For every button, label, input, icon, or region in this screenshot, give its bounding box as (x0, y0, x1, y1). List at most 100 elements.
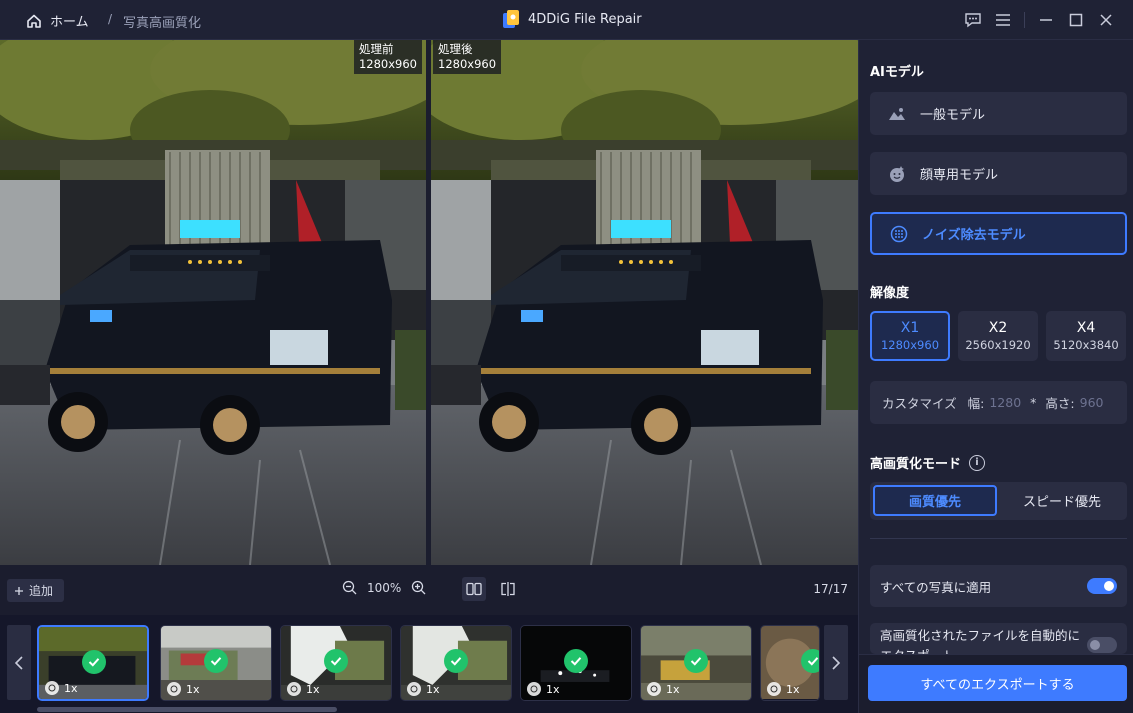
done-check-icon (684, 649, 708, 673)
before-tag: 処理前 1280x960 (353, 40, 422, 74)
home-icon (27, 14, 41, 28)
auto-export-toggle[interactable] (1087, 637, 1117, 653)
before-pane: 処理前 1280x960 (0, 40, 426, 565)
app-logo-icon (503, 10, 519, 28)
strip-next-button[interactable] (824, 625, 848, 700)
title-bar: ホーム / 写真高画質化 4DDiG File Repair (0, 0, 1133, 40)
face-icon (890, 165, 904, 182)
auto-export-row: 高画質化されたファイルを自動的にエクスポート (870, 623, 1127, 654)
quality-first-button[interactable]: 画質優先 (873, 485, 997, 516)
height-label: 高さ: (1045, 396, 1075, 411)
split-view-icon (501, 582, 515, 596)
ai-model-title: AIモデル (870, 65, 924, 80)
image-counter: 17/17 (813, 582, 848, 596)
view-mode-buttons (462, 577, 520, 601)
thumbnail-item[interactable]: 1x (640, 625, 752, 701)
zoom-out-icon[interactable] (342, 580, 357, 595)
side-by-side-icon (466, 582, 482, 596)
thumbnail-item[interactable]: 1x (520, 625, 632, 701)
after-tag: 処理後 1280x960 (433, 40, 502, 74)
done-check-icon (801, 649, 819, 673)
minimize-button[interactable] (1031, 10, 1061, 30)
done-check-icon (564, 649, 588, 673)
preview-toolbar: 追加 100% 17/17 (0, 565, 858, 615)
thumbnail-footer: 1x (527, 682, 560, 696)
feedback-button[interactable] (958, 10, 988, 30)
landscape-icon (889, 107, 905, 120)
split-view-button[interactable] (496, 577, 520, 601)
close-button[interactable] (1091, 10, 1121, 30)
thumbnail-item[interactable]: 1x (760, 625, 820, 701)
denoise-mini-icon (45, 681, 59, 695)
height-input[interactable]: 960 (1080, 395, 1104, 410)
model-face-button[interactable]: 顔専用モデル (870, 152, 1127, 195)
resolution-x1-label: X1 (900, 320, 920, 336)
panel-divider (870, 538, 1127, 539)
thumbnail-footer: 1x (767, 682, 800, 696)
add-button[interactable]: 追加 (7, 579, 65, 602)
resolution-x1-size: 1280x960 (880, 338, 940, 352)
toggle-knob (1090, 640, 1100, 650)
thumbnail-scale: 1x (786, 682, 800, 696)
before-label: 処理前 (358, 42, 394, 56)
menu-button[interactable] (988, 10, 1018, 30)
enhance-mode-header: 高画質化モード i (870, 453, 986, 472)
width-input[interactable]: 1280 (989, 395, 1021, 410)
thumbnail-scale: 1x (186, 682, 200, 696)
home-label: ホーム (50, 15, 89, 30)
denoise-mini-icon (167, 682, 181, 696)
resolution-x2-size: 2560x1920 (965, 338, 1031, 352)
custom-label: カスタマイズ (882, 396, 957, 411)
before-size: 1280x960 (358, 57, 417, 71)
thumbnail-item[interactable]: 1x (280, 625, 392, 701)
close-icon (1100, 14, 1112, 26)
resolution-x2-button[interactable]: X2 2560x1920 (958, 311, 1038, 361)
after-label: 処理後 (438, 42, 473, 56)
home-button[interactable]: ホーム (26, 11, 89, 30)
export-all-button[interactable]: すべてのエクスポートする (868, 665, 1127, 701)
zoom-in-icon[interactable] (411, 580, 426, 595)
times-sign: * (1030, 395, 1037, 410)
done-check-icon (204, 649, 228, 673)
width-label: 幅: (967, 396, 985, 411)
thumbnail-scale: 1x (426, 682, 440, 696)
resolution-x4-button[interactable]: X4 5120x3840 (1046, 311, 1126, 361)
toggle-knob (1104, 581, 1114, 591)
enhance-mode-title: 高画質化モード (870, 457, 962, 472)
thumbnail-item[interactable]: 1x (400, 625, 512, 701)
model-denoise-button[interactable]: ノイズ除去モデル (870, 212, 1127, 255)
menu-icon (996, 14, 1010, 26)
apply-all-row: すべての写真に適用 (870, 565, 1127, 607)
apply-all-toggle[interactable] (1087, 578, 1117, 594)
thumbnail-item[interactable]: 1x (160, 625, 272, 701)
app-title-text: 4DDiG File Repair (528, 11, 642, 27)
model-general-button[interactable]: 一般モデル (870, 92, 1127, 135)
maximize-button[interactable] (1061, 10, 1091, 30)
resolution-x2-label: X2 (988, 320, 1008, 336)
zoom-controls: 100% (342, 580, 426, 595)
after-pane: 処理後 1280x960 (431, 40, 858, 565)
done-check-icon (324, 649, 348, 673)
strip-scrollbar[interactable] (37, 707, 337, 712)
apply-all-label: すべての写真に適用 (880, 579, 992, 595)
strip-prev-button[interactable] (7, 625, 31, 700)
auto-export-label: 高画質化されたファイルを自動的にエクスポート (880, 628, 1081, 654)
denoise-mini-icon (287, 682, 301, 696)
feedback-icon (965, 13, 981, 28)
resolution-x4-size: 5120x3840 (1053, 338, 1119, 352)
info-icon[interactable]: i (969, 454, 986, 471)
settings-panel: AIモデル 一般モデル 顔専用モデル ノイズ除去モデル 解像度 X1 1280x… (858, 40, 1133, 713)
custom-resolution[interactable]: カスタマイズ 幅: 1280 * 高さ: 960 (870, 381, 1127, 424)
chevron-right-icon (832, 655, 841, 670)
resolution-x1-button[interactable]: X1 1280x960 (870, 311, 950, 361)
zoom-level: 100% (367, 580, 402, 595)
breadcrumb-separator: / (108, 12, 113, 26)
maximize-icon (1069, 13, 1083, 27)
denoise-mini-icon (407, 682, 421, 696)
speed-first-button[interactable]: スピード優先 (1000, 485, 1124, 516)
export-area: すべてのエクスポートする (859, 654, 1133, 713)
thumbnail-footer: 1x (167, 682, 200, 696)
thumbnail-item[interactable]: 1x (37, 625, 149, 701)
side-by-side-button[interactable] (462, 577, 486, 601)
window-controls (958, 10, 1121, 30)
